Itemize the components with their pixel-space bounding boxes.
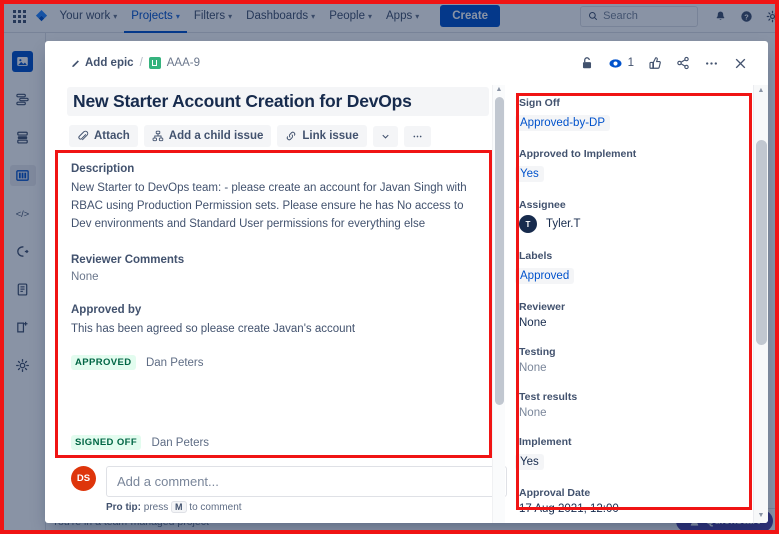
add-comment-area: DS Add a comment... Pro tip: press M to … [71, 466, 507, 513]
attach-button[interactable]: Attach [69, 125, 138, 147]
story-type-icon [148, 57, 161, 69]
field-approval-date: Approval Date 17 Aug 2021, 12:00 [519, 487, 768, 515]
field-label: Test results [519, 391, 578, 403]
thumbs-up-icon[interactable] [648, 56, 662, 70]
paperclip-icon [78, 130, 89, 141]
share-icon[interactable] [676, 56, 690, 70]
field-value[interactable]: None [519, 317, 768, 329]
pencil-icon [72, 60, 79, 67]
reviewer-comments-label: Reviewer Comments [71, 254, 185, 267]
scroll-thumb[interactable] [495, 97, 504, 405]
field-value[interactable]: Yes [515, 454, 544, 470]
field-value: Tyler.T [546, 218, 581, 230]
signed-off-status-badge: SIGNED OFF [71, 434, 142, 450]
protip-key-chip: M [171, 501, 187, 513]
field-labels: Labels Approved [515, 250, 768, 284]
child-issue-icon [152, 130, 164, 142]
field-approved-to-implement: Approved to Implement Yes [515, 148, 768, 182]
toolbar-more-button[interactable] [403, 125, 431, 147]
link-issue-label: Link issue [302, 130, 359, 142]
reviewer-comments-value[interactable]: None [71, 271, 487, 283]
field-label: Sign Off [519, 97, 560, 109]
more-options-icon [413, 135, 422, 137]
field-value[interactable]: Approved-by-DP [515, 115, 611, 131]
chevron-down-icon [381, 134, 389, 139]
approved-by-label: Approved by [71, 304, 142, 317]
watch-eye-icon[interactable] [608, 56, 623, 71]
add-child-issue-button[interactable]: Add a child issue [143, 125, 272, 147]
jira-issue-screen: Your work ▾ Projects ▾ Filters ▾ Dashboards… [0, 0, 779, 534]
description-label: Description [71, 163, 135, 175]
unlock-icon[interactable] [580, 56, 594, 70]
protip-suffix: to comment [189, 502, 242, 513]
reviewer-comments-field: Reviewer Comments None [71, 254, 487, 283]
issue-detail-modal: Add epic / AAA-9 1 New Starter Account C… [45, 41, 768, 523]
field-label: Implement [519, 436, 572, 448]
signed-off-badge-row: SIGNED OFF Dan Peters [71, 433, 487, 451]
issue-key-link[interactable]: AAA-9 [167, 57, 200, 69]
field-label: Testing [519, 346, 556, 358]
field-value[interactable]: None [519, 407, 768, 419]
modal-header-actions: 1 [580, 56, 762, 71]
field-label: Labels [519, 250, 553, 262]
scroll-up-arrow[interactable]: ▲ [493, 85, 505, 95]
issue-title[interactable]: New Starter Account Creation for DevOps [67, 87, 489, 116]
field-label: Approval Date [519, 487, 591, 499]
current-user-avatar[interactable]: DS [71, 466, 96, 491]
breadcrumb-separator: / [139, 57, 143, 69]
field-sign-off: Sign Off Approved-by-DP [515, 97, 768, 131]
breadcrumb: Add epic / AAA-9 [71, 57, 200, 69]
modal-header: Add epic / AAA-9 1 [45, 41, 768, 85]
link-icon [287, 131, 296, 141]
approved-status-badge: APPROVED [71, 354, 136, 370]
add-epic-button[interactable]: Add epic [71, 57, 134, 69]
add-child-issue-label: Add a child issue [168, 130, 264, 142]
scroll-down-arrow[interactable]: ▼ [754, 510, 768, 521]
description-field: Description New Starter to DevOps team: … [71, 163, 487, 233]
comment-input[interactable]: Add a comment... [106, 466, 507, 497]
field-reviewer: Reviewer None [519, 301, 768, 329]
watch-count: 1 [627, 57, 634, 69]
add-epic-label: Add epic [85, 57, 134, 69]
signed-off-signer-name: Dan Peters [151, 437, 210, 450]
assignee-row[interactable]: T Tyler.T [519, 215, 768, 233]
field-value[interactable]: 17 Aug 2021, 12:00 [519, 503, 768, 515]
close-icon[interactable] [733, 56, 748, 71]
attach-label: Attach [94, 130, 130, 142]
more-actions-icon[interactable] [704, 56, 719, 71]
field-label: Assignee [519, 199, 566, 211]
issue-action-toolbar: Attach Add a child issue Link issue [69, 125, 507, 147]
protip-prefix: Pro tip: [106, 502, 141, 513]
field-implement: Implement Yes [515, 436, 768, 470]
approved-by-field: Approved by This has been agreed so plea… [71, 304, 487, 371]
field-value[interactable]: Approved [515, 268, 575, 284]
scroll-thumb[interactable] [756, 140, 767, 345]
field-testing: Testing None [519, 346, 768, 374]
issue-main-column: New Starter Account Creation for DevOps … [45, 85, 507, 523]
toolbar-dropdown-button[interactable] [372, 125, 398, 147]
field-value[interactable]: None [519, 362, 768, 374]
approved-badge-row: APPROVED Dan Peters [71, 353, 487, 371]
approved-signer-name: Dan Peters [145, 357, 204, 370]
protip-mid: press [143, 502, 169, 513]
modal-body: New Starter Account Creation for DevOps … [45, 85, 768, 523]
description-value[interactable]: New Starter to DevOps team: - please cre… [71, 180, 487, 233]
approved-by-text[interactable]: This has been agreed so please create Ja… [71, 321, 487, 339]
avatar: T [519, 215, 537, 233]
field-label: Approved to Implement [519, 148, 637, 160]
link-issue-button[interactable]: Link issue [277, 125, 367, 147]
issue-fields: Description New Starter to DevOps team: … [71, 163, 507, 451]
field-assignee: Assignee T Tyler.T [519, 199, 768, 233]
field-test-results: Test results None [519, 391, 768, 419]
scroll-up-arrow[interactable]: ▲ [754, 85, 768, 96]
sidebar-scrollbar[interactable]: ▲ ▼ [753, 85, 768, 523]
comment-protip: Pro tip: press M to comment [106, 501, 507, 513]
main-column-scrollbar[interactable]: ▲ [492, 85, 505, 523]
field-value[interactable]: Yes [515, 166, 544, 182]
field-label: Reviewer [519, 301, 566, 313]
issue-details-sidebar: Sign Off Approved-by-DP Approved to Impl… [507, 85, 768, 523]
